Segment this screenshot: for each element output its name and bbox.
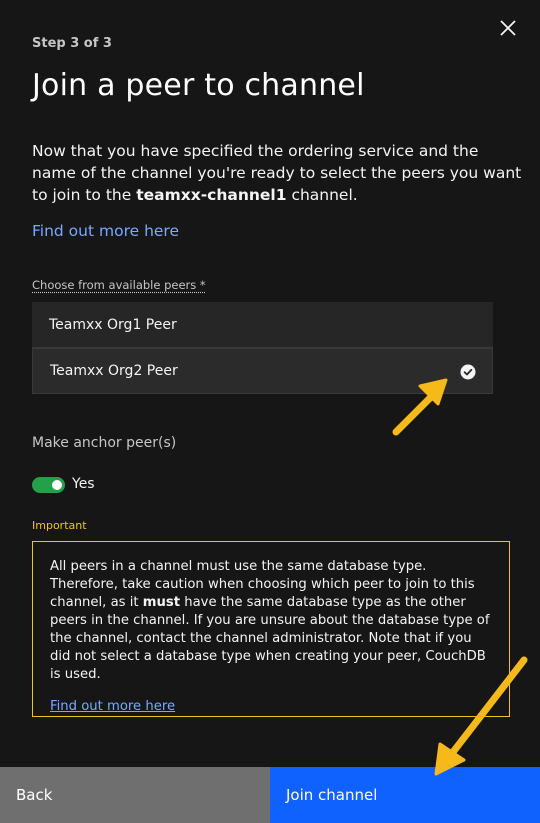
find-out-more-link[interactable]: Find out more here [32, 222, 179, 240]
toggle-state-label: Yes [72, 476, 95, 492]
channel-name: teamxx-channel1 [136, 186, 287, 204]
step-indicator: Step 3 of 3 [32, 36, 112, 51]
join-channel-button[interactable]: Join channel [270, 767, 540, 823]
close-icon[interactable] [494, 14, 522, 42]
notice-find-out-more-link[interactable]: Find out more here [50, 698, 175, 716]
peers-label: Choose from available peers * [32, 278, 206, 292]
checkmark-filled-icon [460, 364, 476, 380]
peer-option-label: Teamxx Org2 Peer [50, 363, 178, 379]
peer-option-label: Teamxx Org1 Peer [49, 316, 177, 333]
toggle-knob [52, 480, 62, 490]
back-button[interactable]: Back [0, 767, 270, 823]
page-title: Join a peer to channel [32, 68, 365, 103]
description-text-end: channel. [286, 186, 358, 204]
peer-option-org2[interactable]: Teamxx Org2 Peer [32, 348, 493, 394]
description: Now that you have specified the ordering… [32, 140, 522, 206]
notice-emphasis: must [142, 595, 181, 610]
important-notice: All peers in a channel must use the same… [32, 541, 510, 717]
peer-list: Teamxx Org1 Peer Teamxx Org2 Peer [32, 302, 493, 394]
important-heading: Important [32, 519, 87, 532]
peer-option-org1[interactable]: Teamxx Org1 Peer [32, 302, 493, 348]
anchor-peer-label: Make anchor peer(s) [32, 435, 177, 451]
anchor-peer-toggle[interactable] [32, 477, 65, 493]
